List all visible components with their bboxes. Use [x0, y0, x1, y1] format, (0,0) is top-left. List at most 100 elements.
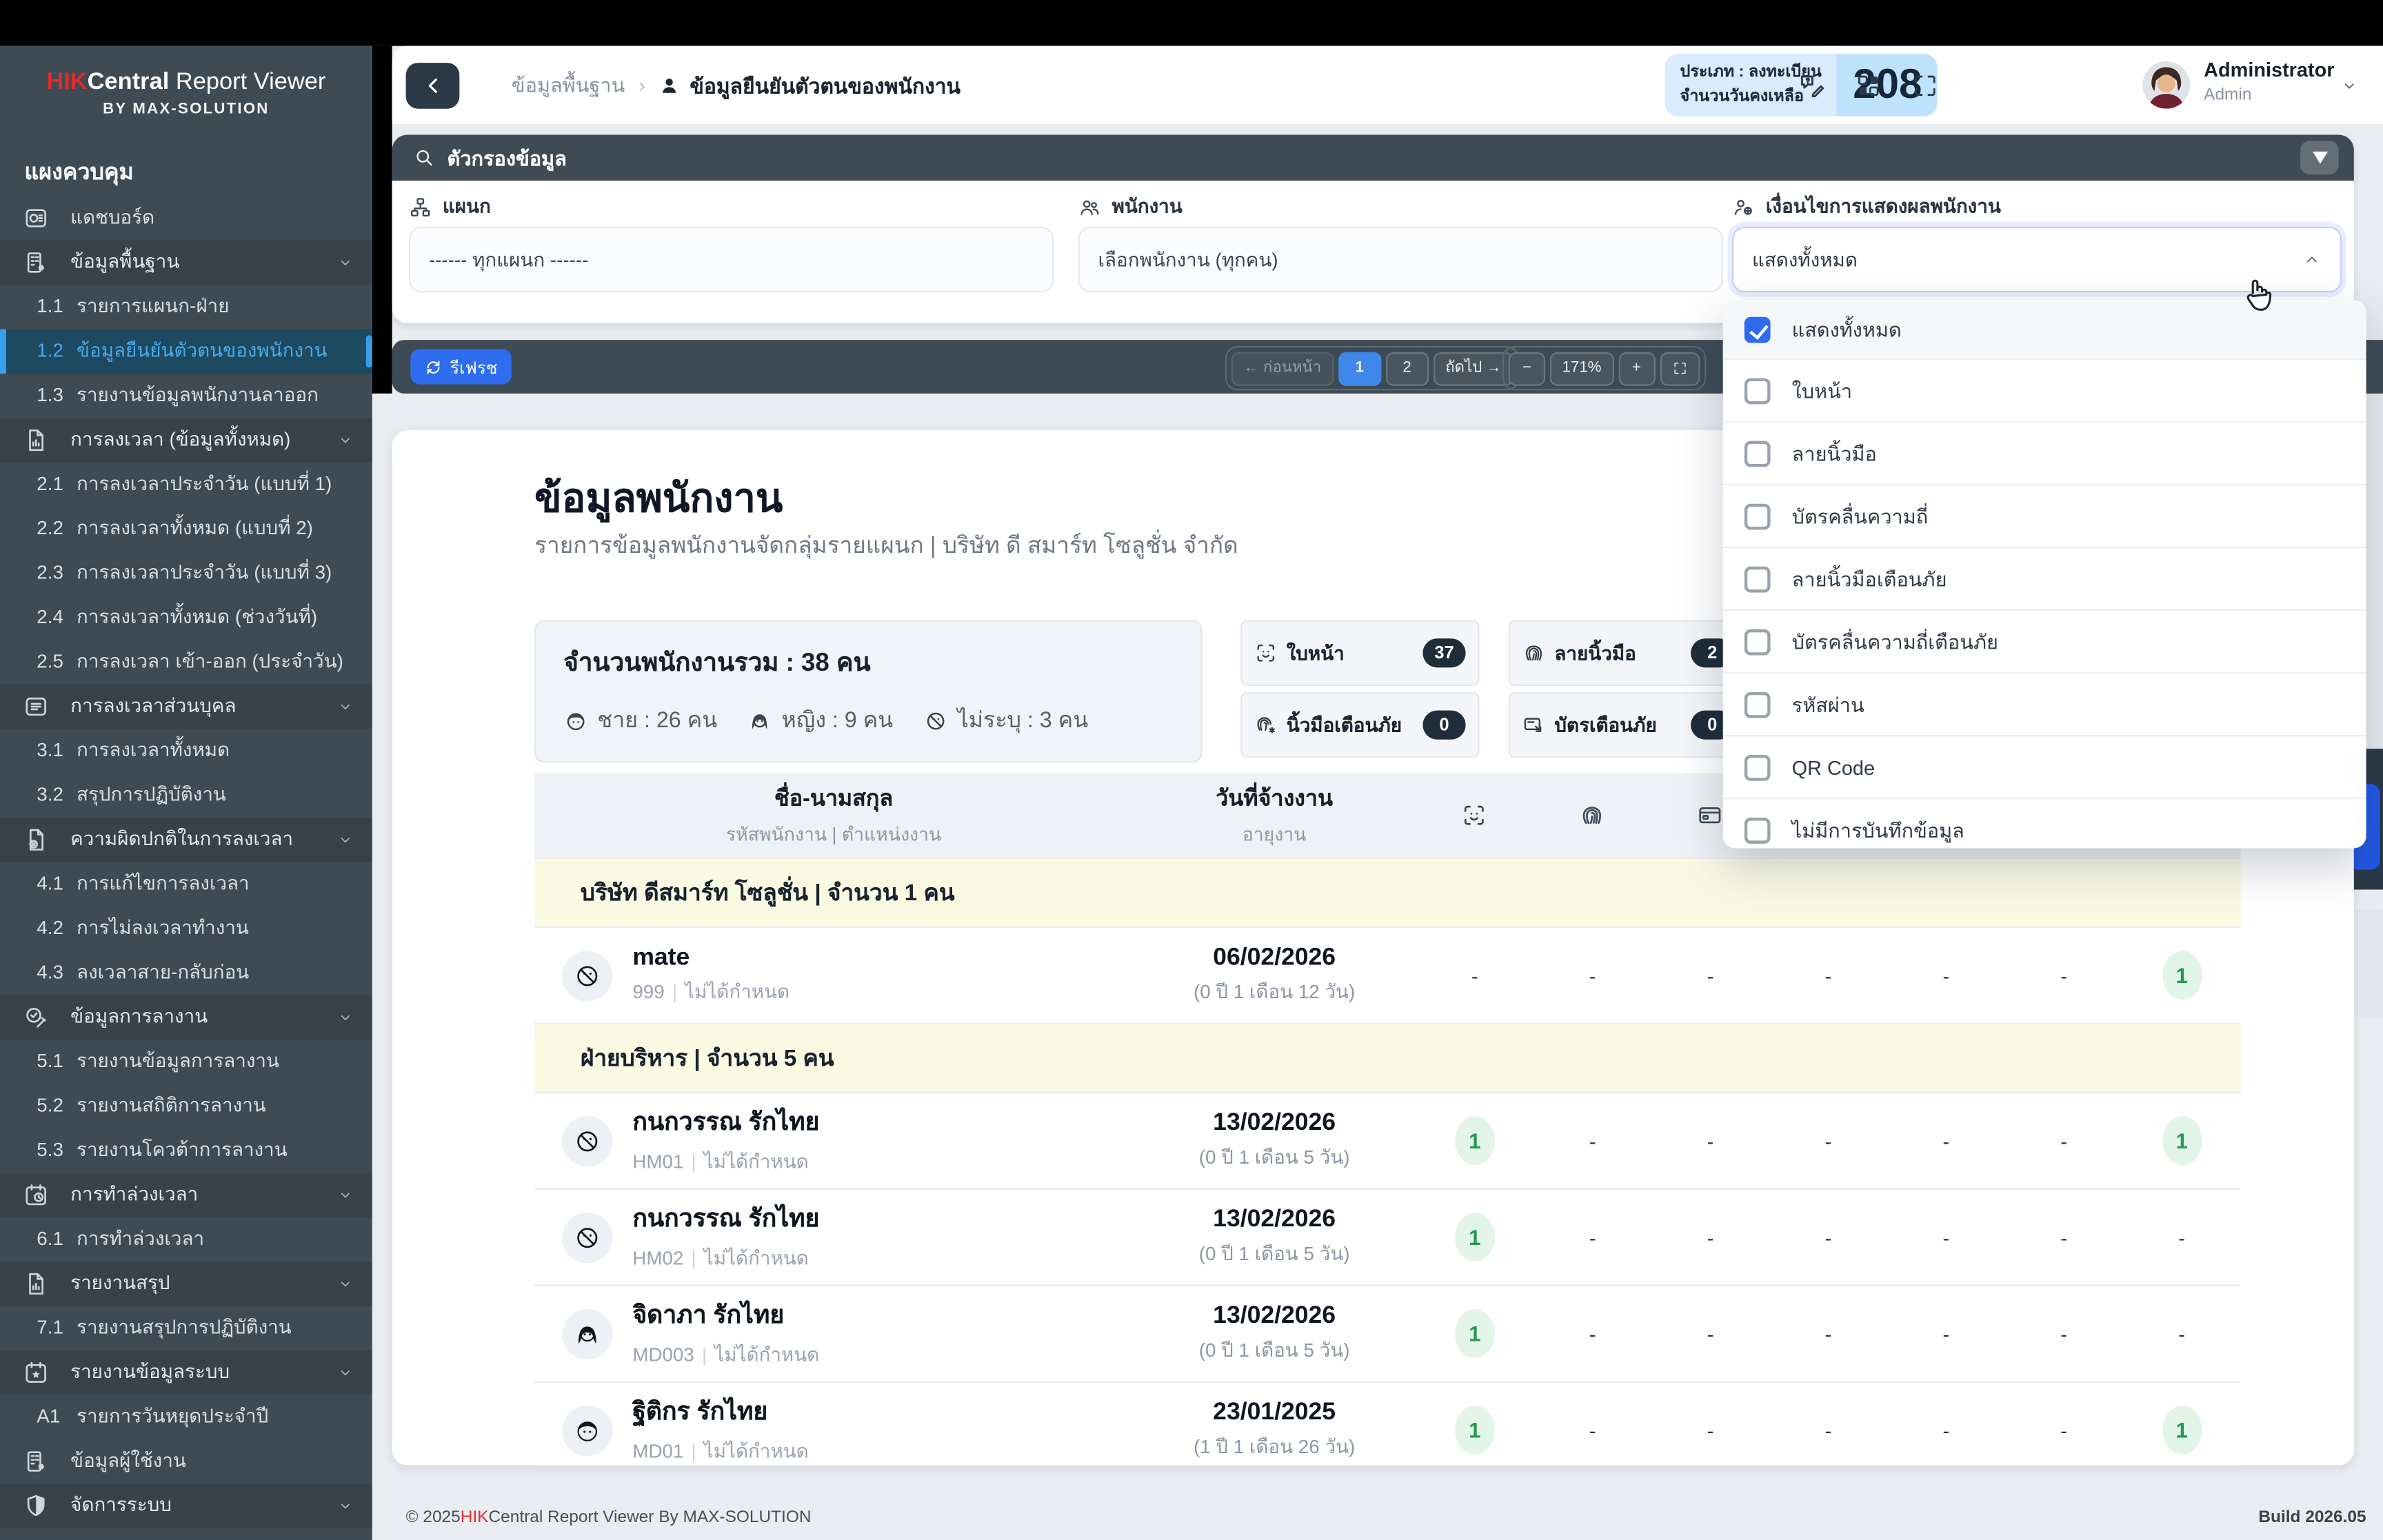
dropdown-option-fingerprint-alert[interactable]: ลายนิ้วมือเตือนภัย	[1723, 547, 2366, 609]
filter-title: ตัวกรองข้อมูล	[448, 141, 567, 174]
sidebar-group-system-manage[interactable]: จัดการระบบ	[0, 1483, 372, 1528]
chevron-down-icon	[337, 432, 354, 448]
user-avatar[interactable]	[2142, 61, 2190, 109]
sidebar-group-overtime[interactable]: การทำล่วงเวลา	[0, 1173, 372, 1217]
organization-icon	[23, 250, 49, 276]
person-icon	[659, 74, 681, 96]
sidebar-item-2-5[interactable]: 2.5การลงเวลา เข้า-ออก (ประจำวัน)	[0, 640, 372, 684]
dropdown-option-password[interactable]: รหัสผ่าน	[1723, 672, 2366, 735]
checkbox[interactable]	[1744, 691, 1771, 718]
sidebar-group-basic-data[interactable]: ข้อมูลพื้นฐาน	[0, 240, 372, 284]
sidebar-item-2-2[interactable]: 2.2การลงเวลาทั้งหมด (แบบที่ 2)	[0, 507, 372, 551]
sidebar-group-time-all[interactable]: การลงเวลา (ข้อมูลทั้งหมด)	[0, 418, 372, 462]
table-row[interactable]: mate 999|ไม่ได้กำหนด 06/02/2026 (0 ปี 1 …	[534, 926, 2240, 1023]
dropdown-option-rf-card-alert[interactable]: บัตรคลื่นความถี่เตือนภัย	[1723, 609, 2366, 672]
dropdown-option-fingerprint[interactable]: ลายนิ้วมือ	[1723, 421, 2366, 484]
table-row[interactable]: กนกวรรณ รักไทย HM02|ไม่ได้กำหนด 13/02/20…	[534, 1188, 2240, 1285]
display-condition-dropdown: แสดงทั้งหมด ใบหน้า ลายนิ้วมือ บัตรคลื่นค…	[1723, 300, 2366, 848]
checkbox[interactable]	[1744, 817, 1771, 843]
value-cell: -	[1769, 1129, 1887, 1152]
sidebar-item-1-3[interactable]: 1.3รายงานข้อมูลพนักงานลาออก	[0, 374, 372, 418]
sidebar-item-2-1[interactable]: 2.1การลงเวลาประจำวัน (แบบที่ 1)	[0, 462, 372, 506]
dropdown-option-rf-card[interactable]: บัตรคลื่นความถี่	[1723, 484, 2366, 547]
item-label: การลงเวลาทั้งหมด	[77, 736, 230, 766]
sidebar-group-system-report[interactable]: รายงานข้อมูลระบบ	[0, 1350, 372, 1395]
sidebar-item-1-1[interactable]: 1.1รายการแผนก-ฝ่าย	[0, 285, 372, 329]
sidebar-item-4-2[interactable]: 4.2การไม่ลงเวลาทำงาน	[0, 906, 372, 951]
value-cell: 1	[1416, 1213, 1534, 1262]
item-label: การไม่ลงเวลาทำงาน	[77, 913, 249, 944]
brand-subtitle: BY MAX-SOLUTION	[12, 101, 360, 121]
group-label: ความผิดปกติในการลงเวลา	[70, 824, 293, 855]
select-value: แสดงทั้งหมด	[1752, 244, 1858, 274]
apps-grid-icon[interactable]	[1855, 72, 1882, 99]
sidebar-item-users[interactable]: ข้อมูลผู้ใช้งาน	[0, 1439, 372, 1483]
chevron-down-icon	[337, 1497, 354, 1514]
refresh-button[interactable]: รีเฟรช	[410, 349, 511, 384]
app-root: HIKCentral Report Viewer BY MAX-SOLUTION…	[0, 0, 2383, 1540]
sidebar-item-3-1[interactable]: 3.1การลงเวลาทั้งหมด	[0, 729, 372, 773]
back-button[interactable]	[406, 63, 460, 109]
page-2-button[interactable]: 2	[1385, 352, 1428, 385]
dropdown-option-no-record[interactable]: ไม่มีการบันทึกข้อมูล	[1723, 798, 2366, 848]
group-label: รายงานสรุป	[70, 1268, 170, 1299]
sidebar-item-7-1[interactable]: 7.1รายงานสรุปการปฏิบัติงาน	[0, 1306, 372, 1350]
checkbox[interactable]	[1744, 754, 1771, 780]
sidebar-item-1-2-active[interactable]: 1.2ข้อมูลยืนยันตัวตนของพนักงาน	[0, 329, 372, 373]
sidebar-item-a1[interactable]: A1รายการวันหยุดประจำปี	[0, 1395, 372, 1439]
chevron-down-icon[interactable]	[2340, 77, 2359, 95]
value-cell: 1	[1416, 1406, 1534, 1455]
user-name: Administrator	[2204, 58, 2334, 84]
department-input[interactable]: ------ ทุกแผนก ------	[409, 227, 1054, 293]
sidebar-item-2-3[interactable]: 2.3การลงเวลาประจำวัน (แบบที่ 3)	[0, 551, 372, 595]
checkbox[interactable]	[1744, 440, 1771, 467]
filter-collapse-button[interactable]	[2300, 141, 2339, 174]
fullscreen-icon[interactable]	[1911, 72, 1939, 99]
dropdown-option-face[interactable]: ใบหน้า	[1723, 358, 2366, 421]
zoom-out-button[interactable]: −	[1509, 352, 1545, 385]
fit-screen-button[interactable]	[1660, 352, 1700, 385]
value-cell: -	[1887, 1419, 2005, 1441]
sidebar-item-3-2[interactable]: 3.2สรุปการปฏิบัติงาน	[0, 773, 372, 817]
sidebar-item-4-1[interactable]: 4.1การแก้ไขการลงเวลา	[0, 862, 372, 906]
checkbox[interactable]	[1744, 566, 1771, 592]
table-row[interactable]: ฐิติกร รักไทย MD01|ไม่ได้กำหนด 23/01/202…	[534, 1381, 2240, 1465]
option-label: ไม่มีการบันทึกข้อมูล	[1792, 814, 1964, 847]
pagination: ← ก่อนหน้า 1 2 ถัดไป →	[1225, 346, 1520, 390]
item-number: 3.2	[37, 784, 77, 806]
unspecified-gender-icon	[573, 1126, 602, 1155]
user-menu[interactable]: Administrator Admin	[2204, 58, 2334, 105]
page-1-button[interactable]: 1	[1338, 352, 1381, 385]
sidebar-item-5-3[interactable]: 5.3รายงานโควต้าการลางาน	[0, 1128, 372, 1173]
next-page-button[interactable]: ถัดไป →	[1433, 352, 1514, 385]
item-label: รายการแผนก-ฝ่าย	[77, 292, 229, 322]
sidebar-group-leave[interactable]: ข้อมูลการลางาน	[0, 995, 372, 1039]
refresh-label: รีเฟรช	[450, 353, 498, 381]
table-row[interactable]: กนกวรรณ รักไทย HM01|ไม่ได้กำหนด 13/02/20…	[534, 1092, 2240, 1188]
zoom-in-button[interactable]: +	[1618, 352, 1655, 385]
top-black-strip	[0, 0, 2383, 46]
sidebar-item-2-4[interactable]: 2.4การลงเวลาทั้งหมด (ช่วงวันที่)	[0, 596, 372, 640]
sidebar-item-5-2[interactable]: 5.2รายงานสถิติการลางาน	[0, 1084, 372, 1128]
sidebar-group-summary-report[interactable]: รายงานสรุป	[0, 1262, 372, 1306]
dropdown-option-qr-code[interactable]: QR Code	[1723, 735, 2366, 798]
checkbox[interactable]	[1744, 503, 1771, 529]
help-edit-icon[interactable]	[1798, 72, 1826, 99]
employee-input[interactable]: เลือกพนักงาน (ทุกคน)	[1078, 227, 1723, 293]
sidebar-item-5-1[interactable]: 5.1รายงานข้อมูลการลางาน	[0, 1040, 372, 1084]
value-cell: -	[1887, 1322, 2005, 1345]
breadcrumb-parent[interactable]: ข้อมูลพื้นฐาน	[512, 69, 625, 101]
sidebar-item-dashboard[interactable]: แดชบอร์ด	[0, 196, 372, 240]
sidebar-group-personal-time[interactable]: การลงเวลาส่วนบุคล	[0, 685, 372, 729]
table-row[interactable]: จิดาภา รักไทย MD003|ไม่ได้กำหนด 13/02/20…	[534, 1285, 2240, 1381]
zoom-level[interactable]: 171%	[1550, 352, 1613, 385]
sidebar-group-anomaly[interactable]: ความผิดปกติในการลงเวลา	[0, 818, 372, 862]
checkbox[interactable]	[1744, 378, 1771, 404]
sidebar-item-6-1[interactable]: 6.1การทำล่วงเวลา	[0, 1217, 372, 1261]
checkbox[interactable]	[1744, 629, 1771, 655]
unspecified-gender-icon	[573, 1223, 602, 1252]
sidebar-item-4-3[interactable]: 4.3ลงเวลาสาย-กลับก่อน	[0, 951, 372, 995]
checkbox-checked[interactable]	[1744, 316, 1771, 343]
prev-page-button[interactable]: ← ก่อนหน้า	[1231, 352, 1334, 385]
display-condition-label: เงื่อนไขการแสดงผลพนักงาน	[1732, 192, 2001, 222]
